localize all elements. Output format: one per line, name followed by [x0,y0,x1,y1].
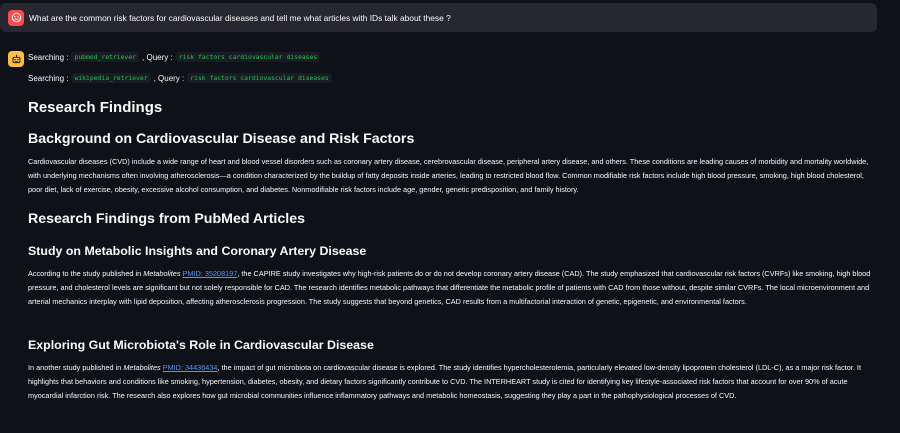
search-query: risk factors cardiovascular diseases [175,52,321,62]
study-2-journal: Metabolites [123,363,161,372]
study-2-paragraph: In another study published in Metabolite… [28,361,878,403]
chat-page: What are the common risk factors for car… [0,0,900,433]
search-status-wikipedia: Searching : wikipedia_retriever , Query … [28,73,335,83]
search-query: risk factors cardiovascular diseases [187,73,332,83]
user-message-text: What are the common risk factors for car… [29,12,451,23]
search-prefix: Searching : [28,52,69,62]
pmid-link-1[interactable]: PMID: 35208197 [183,269,238,278]
study-2-lead: In another study published in [28,363,124,372]
pubmed-heading: Research Findings from PubMed Articles [28,211,305,227]
user-avatar [8,9,24,26]
study-1-journal: Metabolites [143,269,181,278]
search-prefix: Searching : [28,73,69,83]
query-label: , Query : [153,73,185,83]
query-label: , Query : [142,52,173,62]
study-2-heading: Exploring Gut Microbiota's Role in Cardi… [28,338,374,352]
tool-name: wikipedia_retriever [71,73,151,83]
assistant-avatar [8,51,24,67]
study-1-lead: According to the study published in [28,269,144,278]
user-message: What are the common risk factors for car… [0,3,877,32]
pmid-link-2[interactable]: PMID: 34436434 [163,363,218,372]
background-heading: Background on Cardiovascular Disease and… [28,131,415,147]
tool-name: pubmed_retriever [71,52,140,62]
robot-icon [12,54,20,63]
study-1-heading: Study on Metabolic Insights and Coronary… [28,244,367,258]
response-title: Research Findings [28,99,163,116]
smiley-face-icon [11,12,21,23]
study-1-paragraph: According to the study published in Meta… [28,267,878,309]
search-status-pubmed: Searching : pubmed_retriever , Query : r… [28,52,323,62]
background-paragraph: Cardiovascular diseases (CVD) include a … [28,157,869,194]
